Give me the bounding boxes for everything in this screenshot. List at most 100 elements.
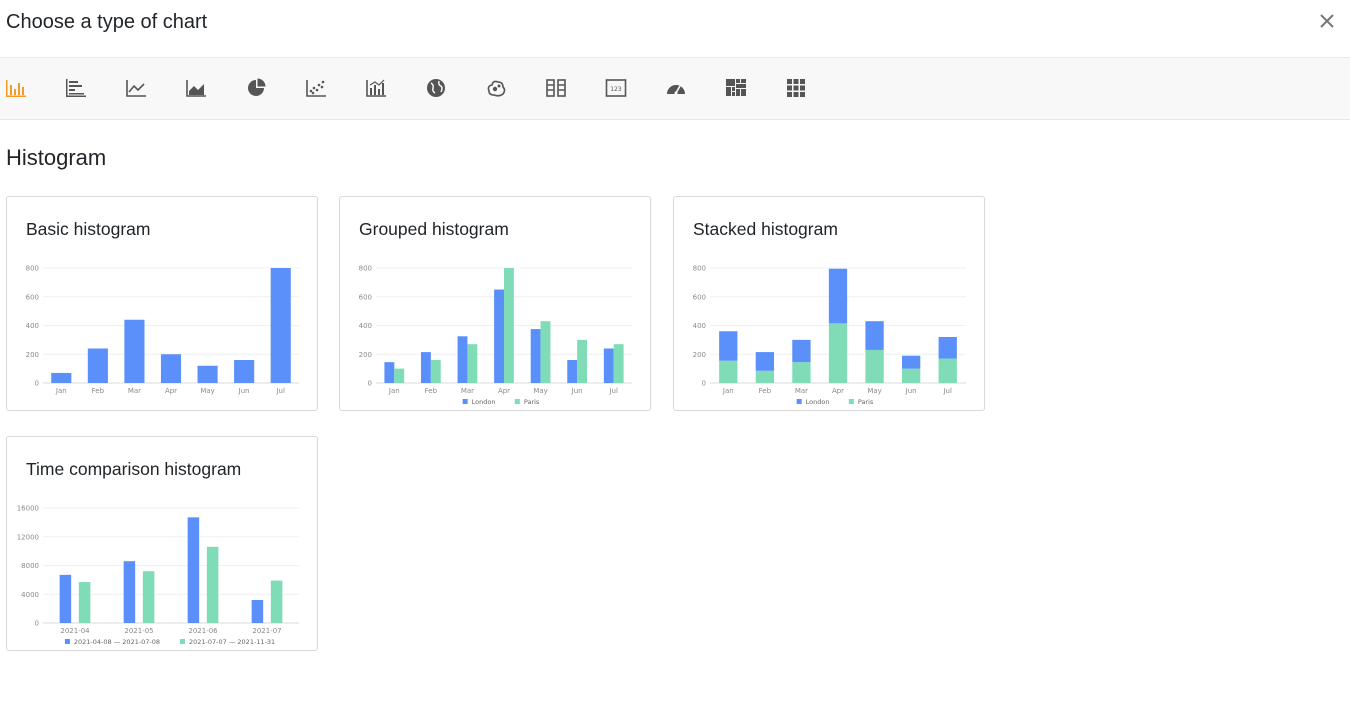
x-tick-label: Jan	[722, 387, 734, 395]
grouped-histogram-chart: 0 200 400 600 800 Jan Feb Mar Apr May Jun Jul London…	[359, 265, 632, 406]
bar	[792, 339, 811, 363]
y-tick-label: 600	[359, 293, 372, 301]
bar	[206, 546, 219, 623]
x-tick-label: May	[200, 387, 214, 395]
y-tick-label: 600	[26, 293, 39, 301]
bar	[938, 358, 957, 383]
bar	[902, 355, 921, 369]
x-tick-label: May	[533, 387, 547, 395]
y-tick-label: 0	[35, 620, 39, 628]
legend-label: Paris	[858, 398, 874, 406]
legend-label: London	[472, 398, 496, 406]
heat-map-icon	[485, 77, 507, 99]
chart-type-toolbar: 123	[0, 58, 1350, 120]
legend-label: 2021-04-08 — 2021-07-08	[74, 638, 160, 646]
legend-swatch	[64, 639, 70, 644]
bar	[865, 349, 884, 383]
bar	[420, 352, 431, 383]
bar	[234, 360, 255, 383]
y-tick-label: 600	[693, 293, 706, 301]
bar	[755, 352, 774, 371]
area-chart-icon	[185, 77, 207, 99]
bar	[577, 339, 588, 383]
bar	[603, 348, 614, 383]
y-tick-label: 0	[35, 380, 39, 388]
map-globe-icon	[425, 77, 447, 99]
x-tick-label: Jul	[275, 387, 285, 395]
bar	[270, 268, 291, 383]
bar	[384, 362, 395, 383]
bar	[828, 323, 848, 383]
y-tick-label: 4000	[21, 591, 39, 599]
pie-chart-icon	[245, 77, 267, 99]
bar	[540, 321, 551, 383]
bar	[394, 368, 405, 383]
x-tick-label: 2021-04	[60, 627, 90, 635]
x-tick-label: May	[867, 387, 881, 395]
x-tick-label: Jun	[238, 387, 250, 395]
bar	[197, 365, 218, 383]
time-comparison-histogram-chart: 0 4000 8000 12000 16000 2021-04 2021-05 2021-06…	[17, 505, 299, 646]
bar	[792, 362, 811, 383]
legend-swatch	[848, 399, 854, 404]
x-tick-label: Apr	[498, 387, 510, 395]
basic-histogram-card[interactable]: Basic histogram 0 200 400 600 800 Jan Feb Mar Ap…	[6, 196, 318, 411]
y-tick-label: 0	[368, 380, 372, 388]
bar	[902, 368, 921, 383]
combo-chart-icon	[365, 77, 387, 99]
gauge-icon	[665, 77, 687, 99]
legend-swatch	[514, 399, 520, 404]
x-tick-label: Mar	[795, 387, 808, 395]
bar	[938, 337, 957, 359]
y-tick-label: 0	[702, 380, 706, 388]
legend-swatch	[462, 399, 468, 404]
bar	[123, 561, 136, 623]
stacked-histogram-card[interactable]: Stacked histogram 0 200 400 600 800 Jan Feb Mar…	[673, 196, 985, 411]
pivot-grid-icon	[785, 77, 807, 99]
bar	[865, 321, 884, 350]
bar	[142, 571, 155, 623]
bar	[457, 336, 468, 383]
bar	[251, 600, 264, 623]
y-tick-label: 400	[359, 322, 372, 330]
x-tick-label: Feb	[92, 387, 105, 395]
grouped-histogram-card[interactable]: Grouped histogram 0 200 400 600 800 Jan Feb Mar…	[339, 196, 651, 411]
dialog-title: Choose a type of chart	[6, 11, 208, 33]
bar	[467, 344, 478, 383]
legend-swatch	[180, 639, 185, 644]
x-tick-label: 2021-07	[252, 627, 281, 635]
bar	[494, 289, 504, 383]
y-tick-label: 800	[359, 265, 372, 273]
y-tick-label: 800	[693, 265, 706, 273]
bar	[430, 360, 441, 383]
bar	[160, 354, 182, 383]
svg-text:123: 123	[610, 86, 622, 93]
x-tick-label: Jun	[571, 387, 583, 395]
x-tick-label: 2021-06	[188, 627, 218, 635]
x-tick-label: Jan	[55, 387, 67, 395]
x-tick-label: Feb	[759, 387, 772, 395]
bar	[828, 268, 848, 324]
bar	[567, 360, 578, 383]
x-tick-label: Feb	[425, 387, 438, 395]
time-comparison-histogram-card[interactable]: Time comparison histogram 0 4000 8000 12000…	[6, 436, 318, 651]
x-tick-label: Jan	[388, 387, 400, 395]
y-tick-label: 400	[26, 322, 39, 330]
bar	[755, 370, 774, 383]
y-tick-label: 200	[26, 351, 39, 359]
x-tick-label: Apr	[832, 387, 844, 395]
horizontal-bar-chart-icon	[65, 77, 87, 99]
bar	[51, 372, 72, 383]
section-title: Histogram	[6, 145, 107, 170]
y-tick-label: 200	[359, 351, 372, 359]
y-tick-label: 800	[26, 265, 39, 273]
bar	[613, 344, 624, 383]
bar	[504, 268, 514, 383]
stacked-histogram-chart: 0 200 400 600 800 Jan Feb Mar Apr May Jun Jul London…	[693, 265, 966, 406]
close-icon[interactable]	[1316, 10, 1338, 32]
number-card-icon: 123	[605, 77, 627, 99]
y-tick-label: 16000	[17, 505, 39, 513]
legend-label: 2021-07-07 — 2021-11-31	[189, 638, 275, 646]
bar-chart-icon[interactable]	[5, 77, 27, 99]
legend-label: London	[806, 398, 830, 406]
